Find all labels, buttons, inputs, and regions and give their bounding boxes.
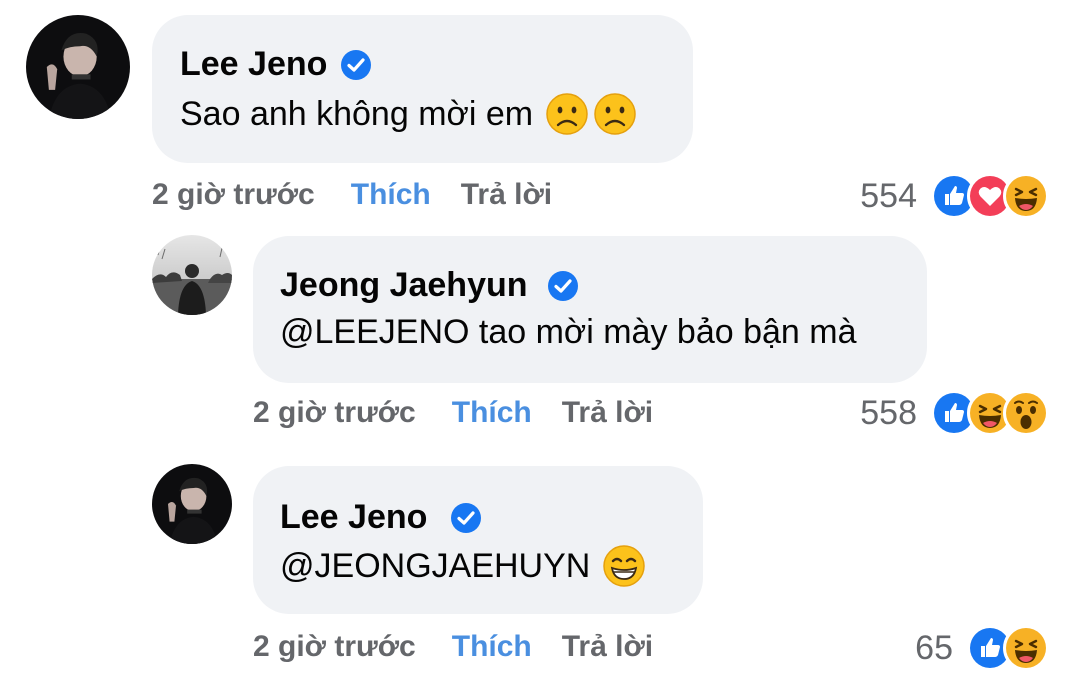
comment-text: Sao anh không mời em bbox=[180, 92, 637, 136]
comment-text-content: @LEEJENO tao mời mày bảo bận mà bbox=[280, 313, 857, 351]
comment-text-content: Sao anh không mời em bbox=[180, 94, 534, 133]
frowning-face-icon bbox=[545, 92, 589, 136]
verified-badge-icon bbox=[451, 502, 482, 533]
comment-author[interactable]: Lee Jeno bbox=[280, 498, 482, 537]
author-name[interactable]: Jeong Jaehyun bbox=[280, 266, 528, 305]
comment-meta: 2 giờ trước Thích Trả lời bbox=[253, 396, 653, 430]
like-button[interactable]: Thích bbox=[351, 178, 431, 212]
comment-timestamp[interactable]: 2 giờ trước bbox=[152, 178, 315, 212]
comment-meta: 2 giờ trước Thích Trả lời bbox=[152, 178, 552, 212]
reaction-count: 554 bbox=[860, 176, 917, 215]
comment-bubble bbox=[253, 466, 703, 614]
comment-author[interactable]: Jeong Jaehyun bbox=[280, 266, 578, 305]
comment-bubble bbox=[152, 15, 693, 163]
comment-meta: 2 giờ trước Thích Trả lời bbox=[253, 630, 653, 664]
grinning-face-icon bbox=[602, 544, 646, 588]
reaction-summary[interactable]: 65 bbox=[915, 625, 1049, 671]
avatar[interactable] bbox=[152, 464, 232, 544]
frowning-face-icon bbox=[593, 92, 637, 136]
author-name[interactable]: Lee Jeno bbox=[180, 45, 327, 84]
reply-button[interactable]: Trả lời bbox=[461, 178, 552, 212]
haha-reaction-icon bbox=[1003, 173, 1049, 219]
comment-author[interactable]: Lee Jeno bbox=[180, 45, 372, 84]
comment-text-content: @JEONGJAEHUYN bbox=[280, 546, 591, 585]
avatar[interactable] bbox=[26, 15, 130, 119]
like-button[interactable]: Thích bbox=[452, 396, 532, 430]
comment-text: @LEEJENO tao mời mày bảo bận mà bbox=[280, 313, 857, 352]
reply-button[interactable]: Trả lời bbox=[562, 630, 653, 664]
comment-text: @JEONGJAEHUYN bbox=[280, 544, 646, 588]
reaction-summary[interactable]: 558 bbox=[860, 390, 1049, 436]
reaction-count: 558 bbox=[860, 393, 917, 432]
reply-button[interactable]: Trả lời bbox=[562, 396, 653, 430]
wow-reaction-icon bbox=[1003, 390, 1049, 436]
verified-badge-icon bbox=[547, 270, 578, 301]
reaction-count: 65 bbox=[915, 628, 953, 667]
comment-timestamp[interactable]: 2 giờ trước bbox=[253, 630, 416, 664]
reaction-summary[interactable]: 554 bbox=[860, 173, 1049, 219]
comment-timestamp[interactable]: 2 giờ trước bbox=[253, 396, 416, 430]
author-name[interactable]: Lee Jeno bbox=[280, 498, 427, 537]
haha-reaction-icon bbox=[1003, 625, 1049, 671]
like-button[interactable]: Thích bbox=[452, 630, 532, 664]
comment-bubble bbox=[253, 236, 927, 383]
avatar[interactable] bbox=[152, 235, 232, 315]
verified-badge-icon bbox=[341, 49, 372, 80]
